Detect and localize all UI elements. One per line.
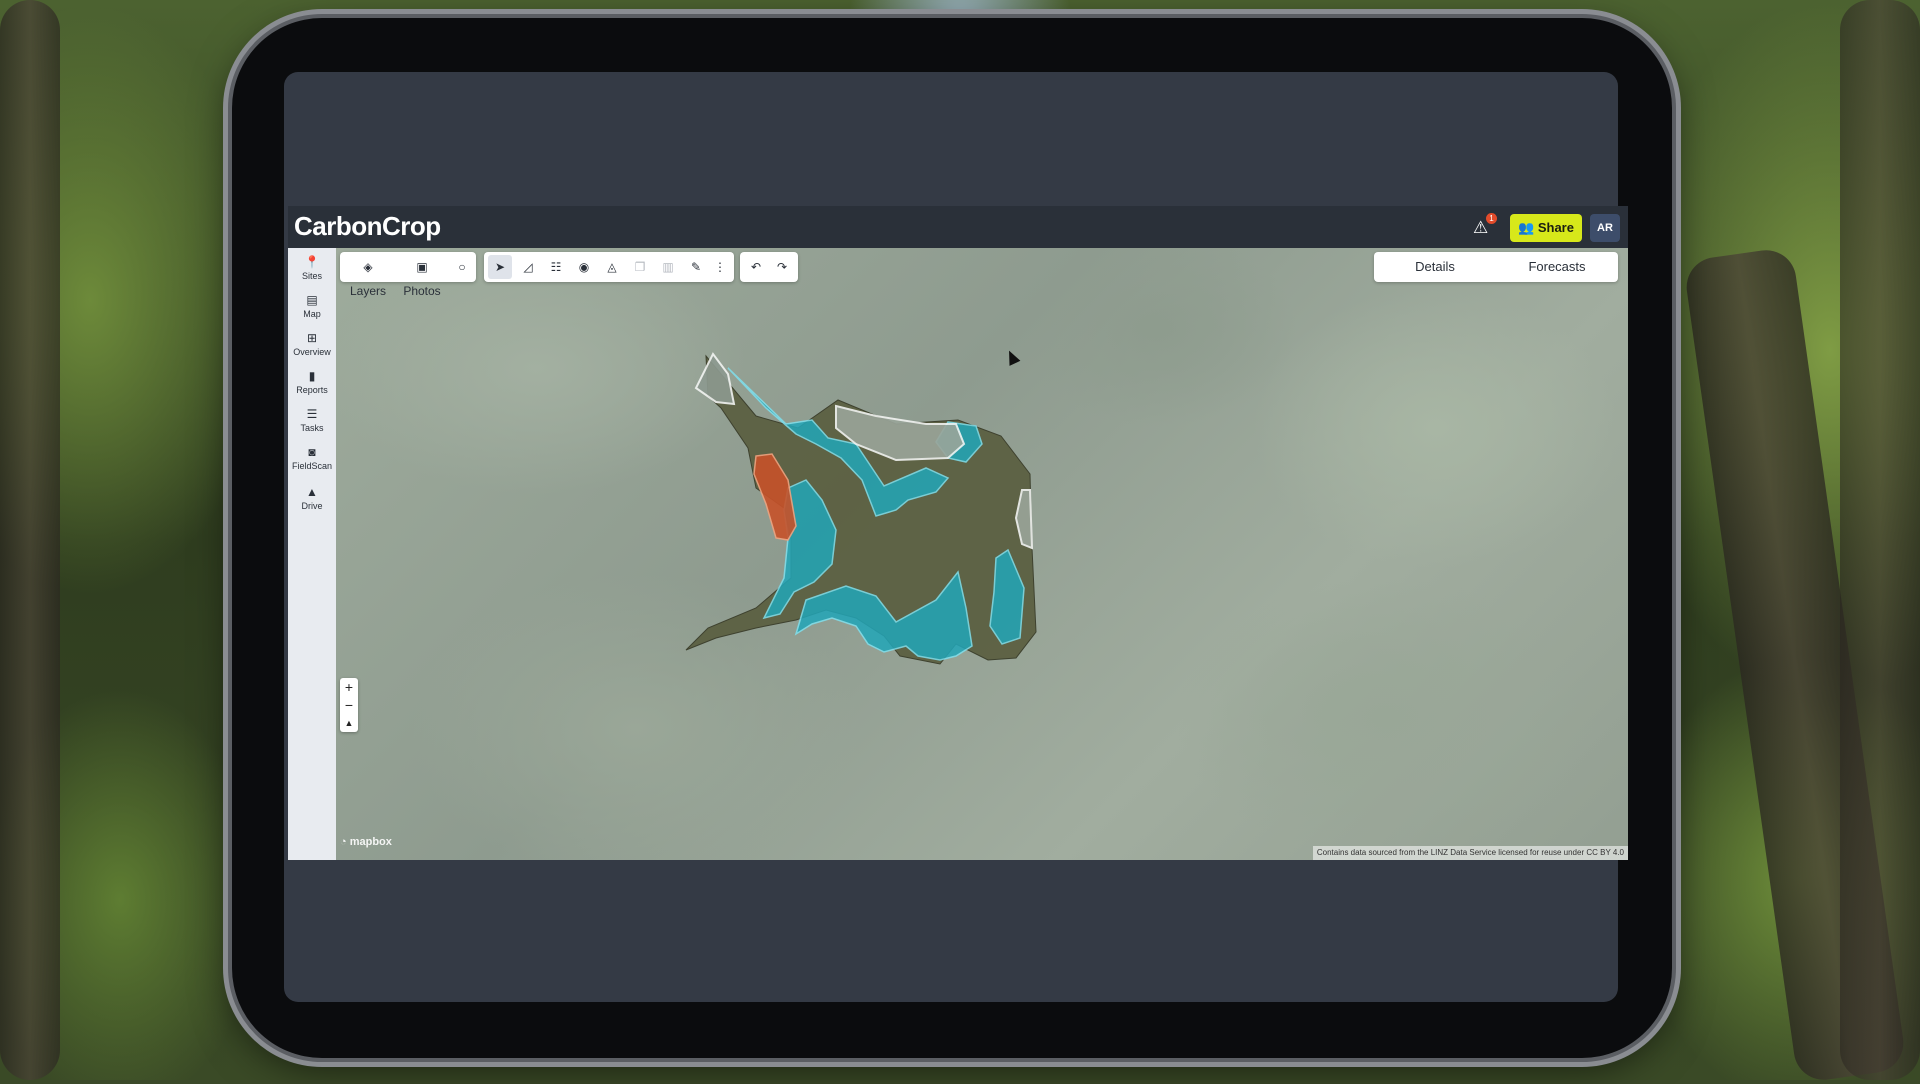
sidebar-item-fieldscan[interactable]: ◙ FieldScan xyxy=(288,444,336,480)
vertex-icon: ◉ xyxy=(578,260,590,274)
sidebar-item-label: Drive xyxy=(301,501,323,511)
photos-label: Photos xyxy=(403,284,441,298)
sidebar-item-label: FieldScan xyxy=(291,461,333,471)
duplicate-icon: ❐ xyxy=(634,260,646,274)
split-icon: ☷ xyxy=(550,260,562,274)
sidebar-item-sites[interactable]: 📍 Sites xyxy=(288,254,336,290)
mapbox-logo[interactable]: ◔ mapbox xyxy=(340,836,392,848)
map-view[interactable]: ◈ Layers ▣ Photos ○ ➤ ◿ ☷ ◉ ◬ ❐ ▥ ✎ ⋮ ↶ … xyxy=(336,248,1628,860)
duplicate-tool[interactable]: ❐ xyxy=(628,255,652,279)
list-icon: ☰ xyxy=(306,407,318,421)
sidebar-item-overview[interactable]: ⊞ Overview xyxy=(288,330,336,366)
layers-label: Layers xyxy=(349,284,387,298)
more-icon: ⋮ xyxy=(714,260,726,274)
alert-badge: 1 xyxy=(1486,213,1497,224)
select-tool[interactable]: ➤ xyxy=(488,255,512,279)
map-pin-icon: 📍 xyxy=(304,255,320,269)
document-icon: ▮ xyxy=(308,369,316,383)
layers-toolbar: ◈ Layers ▣ Photos ○ xyxy=(340,252,476,298)
redo-icon: ↷ xyxy=(776,260,788,274)
split-tool[interactable]: ☷ xyxy=(544,255,568,279)
mapbox-icon: ◔ xyxy=(340,836,350,848)
drive-icon: ▲ xyxy=(306,485,318,499)
comment-icon: ○ xyxy=(458,260,466,274)
sidebar-item-label: Map xyxy=(303,309,321,319)
grid-icon: ⊞ xyxy=(306,331,318,345)
polygon-icon: ◿ xyxy=(523,260,533,274)
top-bar: CarbonCrop ⚠ 1 👥 Share AR xyxy=(288,206,1628,248)
zoom-controls: + − ▲ xyxy=(340,678,358,732)
history-toolbar: ↶ ↷ xyxy=(740,252,798,282)
more-tools-button[interactable]: ⋮ xyxy=(710,255,730,279)
sidebar-item-map[interactable]: ▤ Map xyxy=(288,292,336,328)
tab-details[interactable]: Details xyxy=(1374,252,1496,282)
sidebar-item-tasks[interactable]: ☰ Tasks xyxy=(288,406,336,442)
tree-trunk xyxy=(1840,0,1920,1080)
layers-icon: ◈ xyxy=(363,260,373,274)
zoom-out-button[interactable]: − xyxy=(340,696,358,714)
site-polygons xyxy=(685,352,1037,665)
photo-icon: ▣ xyxy=(416,260,428,274)
delete-tool[interactable]: ▥ xyxy=(656,255,680,279)
tree-trunk xyxy=(0,0,60,1080)
undo-button[interactable]: ↶ xyxy=(744,255,768,279)
sidebar-item-reports[interactable]: ▮ Reports xyxy=(288,368,336,404)
edit-toolbar: ➤ ◿ ☷ ◉ ◬ ❐ ▥ ✎ ⋮ xyxy=(484,252,734,282)
photos-button[interactable]: ▣ Photos xyxy=(396,255,448,298)
comment-button[interactable]: ○ xyxy=(452,255,472,279)
cut-tool[interactable]: ◬ xyxy=(600,255,624,279)
undo-icon: ↶ xyxy=(750,260,762,274)
exclusion-area[interactable] xyxy=(694,352,736,406)
trash-icon: ▥ xyxy=(662,260,674,274)
layers-button[interactable]: ◈ Layers xyxy=(344,255,392,298)
sidebar-item-drive[interactable]: ▲ Drive xyxy=(288,484,336,520)
measure-tool[interactable]: ✎ xyxy=(684,255,708,279)
lasso-icon: ◬ xyxy=(607,260,617,274)
sidebar-item-label: Sites xyxy=(301,271,322,281)
avatar[interactable]: AR xyxy=(1590,214,1620,242)
zoom-in-button[interactable]: + xyxy=(340,678,358,696)
redo-button[interactable]: ↷ xyxy=(770,255,794,279)
map-attribution[interactable]: Contains data sourced from the LINZ Data… xyxy=(1312,846,1628,860)
compass-button[interactable]: ▲ xyxy=(340,714,358,732)
sidebar-item-label: Overview xyxy=(293,347,331,357)
mapbox-label: mapbox xyxy=(349,836,392,848)
sidebar-item-label: Reports xyxy=(296,385,328,395)
sidebar-item-label: Tasks xyxy=(300,423,324,433)
cursor-icon: ➤ xyxy=(494,260,506,274)
draw-polygon-tool[interactable]: ◿ xyxy=(516,255,540,279)
share-icon: 👥 xyxy=(1518,220,1538,235)
edit-vertices-tool[interactable]: ◉ xyxy=(572,255,596,279)
camera-icon: ◙ xyxy=(308,445,316,459)
map-icon: ▤ xyxy=(306,293,318,307)
share-label: Share xyxy=(1537,220,1574,235)
ruler-icon: ✎ xyxy=(690,260,702,274)
app-window: CarbonCrop ⚠ 1 👥 Share AR 📍 Sites ▤ Map ⊞ O… xyxy=(288,206,1628,860)
sidebar: 📍 Sites ▤ Map ⊞ Overview ▮ Reports ☰ Tasks ◙ F… xyxy=(288,248,336,860)
panel-tabs: Details Forecasts xyxy=(1374,252,1618,282)
share-button[interactable]: 👥 Share xyxy=(1510,214,1582,242)
app-logo[interactable]: CarbonCrop xyxy=(294,211,441,242)
tab-forecasts[interactable]: Forecasts xyxy=(1496,252,1618,282)
